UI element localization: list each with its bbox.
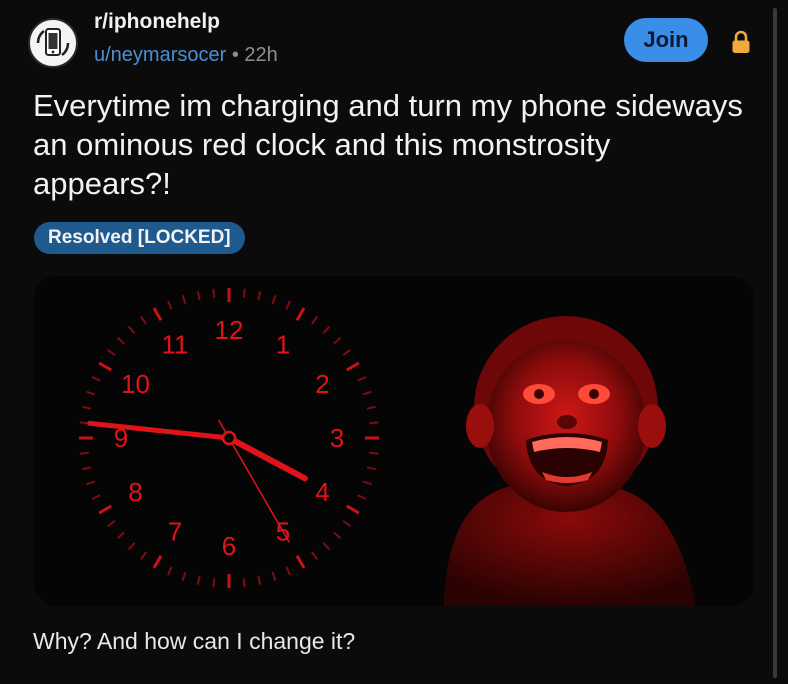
clock-numeral-1: 1 bbox=[276, 329, 290, 359]
clock-tick bbox=[357, 376, 367, 382]
lock-icon bbox=[732, 30, 750, 53]
clock-tick bbox=[116, 336, 125, 345]
clock-tick bbox=[342, 349, 351, 356]
clock-numeral-8: 8 bbox=[128, 477, 142, 507]
clock-tick bbox=[196, 291, 201, 301]
clock-tick bbox=[346, 504, 360, 515]
clock-numeral-12: 12 bbox=[215, 315, 244, 345]
clock-tick bbox=[152, 555, 163, 569]
clock-numeral-6: 6 bbox=[222, 531, 236, 561]
post-body: Why? And how can I change it? bbox=[33, 628, 356, 654]
join-button[interactable]: Join bbox=[624, 18, 708, 62]
clock-tick bbox=[167, 300, 173, 310]
clock-tick bbox=[107, 520, 116, 527]
scrollbar[interactable] bbox=[773, 8, 777, 678]
clock-tick bbox=[86, 390, 96, 396]
clock-tick bbox=[366, 405, 376, 410]
clock-tick bbox=[257, 291, 262, 301]
clock-tick bbox=[271, 571, 277, 581]
clock-tick bbox=[107, 349, 116, 356]
post-age: 22h bbox=[244, 44, 278, 66]
clock-tick bbox=[82, 466, 92, 471]
clock-tick bbox=[369, 421, 379, 425]
clock-tick bbox=[196, 575, 201, 585]
clock-tick bbox=[152, 307, 163, 321]
clock-tick bbox=[181, 571, 187, 581]
clock-tick bbox=[212, 578, 216, 588]
post-title[interactable]: Everytime im charging and turn my phone … bbox=[33, 86, 753, 203]
clock-numeral-4: 4 bbox=[315, 477, 329, 507]
phone-icon bbox=[36, 28, 70, 56]
monkey-picture bbox=[444, 316, 696, 606]
clock-tick bbox=[127, 325, 136, 334]
clock-tick bbox=[285, 300, 291, 310]
clock-tick bbox=[322, 325, 331, 334]
clock-and-monkey-image: 121234567891011 bbox=[79, 288, 696, 606]
clock-numeral-10: 10 bbox=[121, 369, 150, 399]
post-meta: u/neymarsocer • 22h bbox=[94, 44, 278, 67]
clock-tick bbox=[311, 551, 318, 560]
clock-tick bbox=[311, 316, 318, 325]
clock-tick bbox=[140, 551, 147, 560]
clock-tick bbox=[295, 555, 306, 569]
clock-tick bbox=[91, 494, 101, 500]
clock-numeral-11: 11 bbox=[162, 329, 189, 359]
clock-tick bbox=[346, 361, 360, 372]
clock-tick bbox=[333, 336, 342, 345]
clock-tick bbox=[369, 451, 379, 455]
clock-tick bbox=[82, 405, 92, 410]
author-link[interactable]: u/neymarsocer bbox=[94, 44, 226, 66]
clock-numeral-7: 7 bbox=[168, 517, 182, 547]
subreddit-name[interactable]: r/iphonehelp bbox=[94, 10, 220, 34]
clock-numeral-3: 3 bbox=[330, 423, 344, 453]
clock-tick bbox=[116, 531, 125, 540]
subreddit-avatar[interactable] bbox=[28, 18, 78, 68]
clock-tick bbox=[79, 451, 89, 455]
clock-tick bbox=[140, 316, 147, 325]
post-header: r/iphonehelp u/neymarsocer • 22h Join bbox=[28, 10, 768, 74]
clock-numeral-2: 2 bbox=[315, 369, 329, 399]
post-image[interactable]: 121234567891011 bbox=[34, 276, 754, 606]
clock-tick bbox=[98, 361, 112, 372]
clock-tick bbox=[333, 531, 342, 540]
clock-tick bbox=[295, 307, 306, 321]
clock-tick bbox=[362, 480, 372, 486]
clock-tick bbox=[212, 288, 216, 298]
clock-tick bbox=[285, 566, 291, 576]
post-card: r/iphonehelp u/neymarsocer • 22h Join Ev… bbox=[0, 0, 788, 684]
clock-tick bbox=[86, 480, 96, 486]
clock-tick bbox=[362, 390, 372, 396]
clock-tick bbox=[271, 295, 277, 305]
clock-tick bbox=[242, 288, 246, 298]
clock-center bbox=[221, 430, 237, 446]
clock-tick bbox=[257, 575, 262, 585]
clock-tick bbox=[98, 504, 112, 515]
clock-tick bbox=[322, 542, 331, 551]
analog-clock: 121234567891011 bbox=[79, 288, 379, 588]
post-flair[interactable]: Resolved [LOCKED] bbox=[34, 222, 245, 254]
meta-separator: • bbox=[231, 44, 239, 66]
clock-tick bbox=[357, 494, 367, 500]
clock-tick bbox=[181, 295, 187, 305]
clock-tick bbox=[127, 542, 136, 551]
clock-tick bbox=[242, 578, 246, 588]
clock-tick bbox=[342, 520, 351, 527]
minute-hand bbox=[87, 420, 232, 441]
clock-tick bbox=[366, 466, 376, 471]
clock-tick bbox=[167, 566, 173, 576]
clock-tick bbox=[91, 376, 101, 382]
